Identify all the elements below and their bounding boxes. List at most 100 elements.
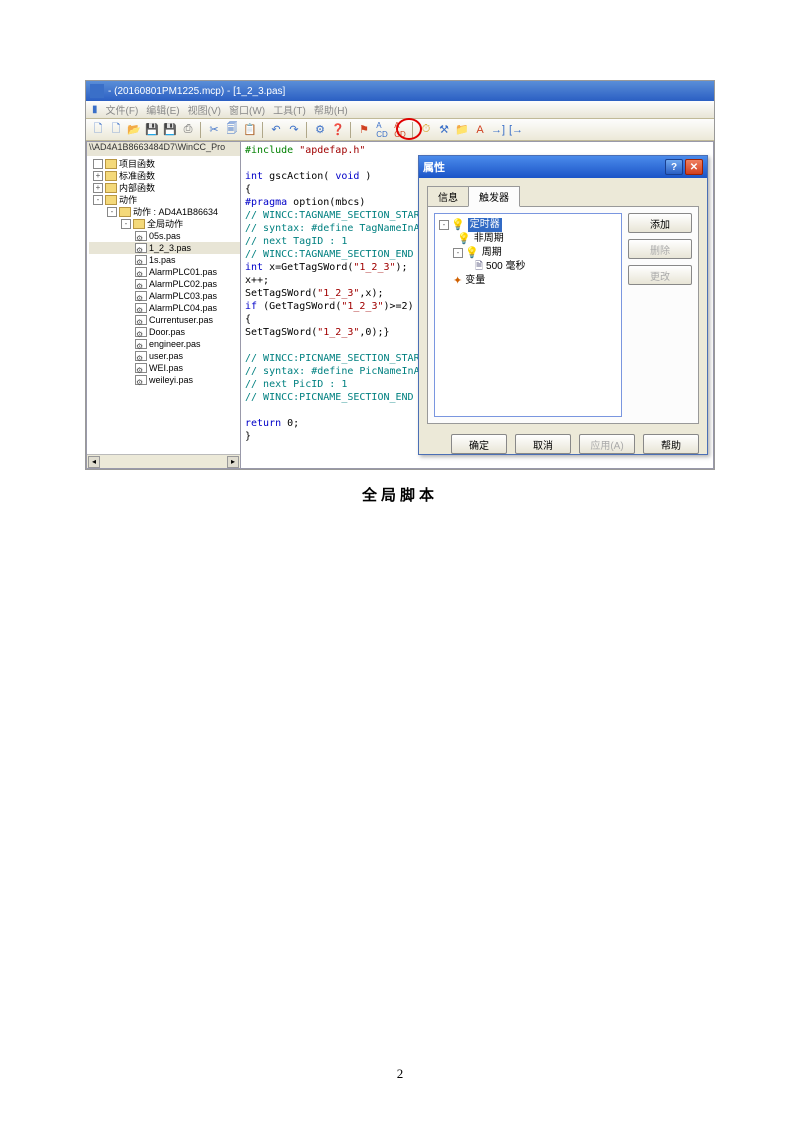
file-icon: [135, 291, 147, 301]
help-button[interactable]: 帮助: [643, 434, 699, 454]
tree-cyclic[interactable]: -💡周期: [439, 246, 617, 260]
modify-button[interactable]: 更改: [628, 265, 692, 285]
tree-item-label: engineer.pas: [149, 338, 201, 350]
tree-item-label: user.pas: [149, 350, 183, 362]
scroll-left-icon[interactable]: ◂: [88, 456, 100, 468]
tb-help-icon[interactable]: ❓: [330, 122, 346, 138]
tree-item[interactable]: AlarmPLC02.pas: [89, 278, 240, 290]
expand-icon[interactable]: +: [93, 183, 103, 193]
tree-item-label: 1_2_3.pas: [149, 242, 191, 254]
tb-compile-icon[interactable]: ⚙: [312, 122, 328, 138]
tree-item[interactable]: engineer.pas: [89, 338, 240, 350]
tb-trigger-icon[interactable]: ⏱: [418, 122, 434, 138]
file-icon: [135, 279, 147, 289]
tree-item-label: 动作 : AD4A1B86634: [133, 206, 218, 218]
tree-item-label: 内部函数: [119, 182, 155, 194]
folder-icon: [133, 219, 145, 229]
menu-edit[interactable]: 编辑(E): [146, 102, 179, 117]
folder-icon: [119, 207, 131, 217]
tab-info[interactable]: 信息: [427, 186, 469, 206]
file-icon: [135, 231, 147, 241]
tb-new-icon[interactable]: 🗋: [90, 122, 106, 138]
tree-item[interactable]: + 内部函数: [89, 182, 240, 194]
tree-timer[interactable]: -💡定时器: [439, 218, 617, 232]
menu-help[interactable]: 帮助(H): [314, 102, 348, 117]
expand-icon[interactable]: +: [93, 171, 103, 181]
scroll-right-icon[interactable]: ▸: [227, 456, 239, 468]
expand-icon[interactable]: [93, 159, 103, 169]
expand-icon[interactable]: -: [107, 207, 117, 217]
trigger-tree[interactable]: -💡定时器 💡非周期 -💡周期 🗎500 毫秒 ✦变量: [434, 213, 622, 417]
tree-item[interactable]: WEI.pas: [89, 362, 240, 374]
tree-item-label: AlarmPLC02.pas: [149, 278, 217, 290]
delete-button[interactable]: 删除: [628, 239, 692, 259]
tree-item[interactable]: 1s.pas: [89, 254, 240, 266]
tree-acyclic[interactable]: 💡非周期: [439, 232, 617, 246]
tb-save-icon[interactable]: 💾: [144, 122, 160, 138]
file-icon: [135, 363, 147, 373]
tb-paste-icon[interactable]: 📋: [242, 122, 258, 138]
tree-item[interactable]: weileyi.pas: [89, 374, 240, 386]
file-icon: [135, 303, 147, 313]
tb-cut-icon[interactable]: ✂: [206, 122, 222, 138]
dialog-title: 属性: [423, 159, 445, 175]
file-icon: [135, 351, 147, 361]
tb-redo-icon[interactable]: ↷: [286, 122, 302, 138]
folder-icon: [105, 195, 117, 205]
tb-new2-icon[interactable]: 🗋: [108, 122, 124, 138]
ok-button[interactable]: 确定: [451, 434, 507, 454]
cancel-button[interactable]: 取消: [515, 434, 571, 454]
folder-icon: [105, 159, 117, 169]
tree-scrollbar[interactable]: ◂ ▸: [87, 454, 240, 468]
tree-item[interactable]: Currentuser.pas: [89, 314, 240, 326]
tree-item-label: 05s.pas: [149, 230, 181, 242]
file-icon: [135, 255, 147, 265]
tb-undo-icon[interactable]: ↶: [268, 122, 284, 138]
tree-item[interactable]: AlarmPLC04.pas: [89, 302, 240, 314]
tree-item[interactable]: +标准函数: [89, 170, 240, 182]
tree-item[interactable]: -动作: [89, 194, 240, 206]
tree-item-label: WEI.pas: [149, 362, 183, 374]
close-icon[interactable]: ✕: [685, 159, 703, 175]
tree-item[interactable]: 1_2_3.pas: [89, 242, 240, 254]
tree-item[interactable]: -全局动作: [89, 218, 240, 230]
tree-item[interactable]: - 动作 : AD4A1B86634: [89, 206, 240, 218]
tree-item[interactable]: 项目函数: [89, 158, 240, 170]
tb-folder-icon[interactable]: 📁: [454, 122, 470, 138]
apply-button[interactable]: 应用(A): [579, 434, 635, 454]
tree-item[interactable]: AlarmPLC01.pas: [89, 266, 240, 278]
tb-a-icon[interactable]: A: [472, 122, 488, 138]
tb-abc-icon[interactable]: ACD: [374, 122, 390, 138]
tb-saveall-icon[interactable]: 💾: [162, 122, 178, 138]
expand-icon[interactable]: -: [93, 195, 103, 205]
menu-view[interactable]: 视图(V): [188, 102, 221, 117]
help-icon[interactable]: ?: [665, 159, 683, 175]
tree-variable[interactable]: ✦变量: [439, 274, 617, 288]
tb-copy-icon[interactable]: 🗐: [224, 122, 240, 138]
add-button[interactable]: 添加: [628, 213, 692, 233]
menu-tools[interactable]: 工具(T): [273, 102, 306, 117]
tb-print-icon[interactable]: ⎙: [180, 122, 196, 138]
tb-sep: [306, 122, 308, 138]
tree-item-label: 1s.pas: [149, 254, 176, 266]
menu-window[interactable]: 窗口(W): [229, 102, 265, 117]
menu-file[interactable]: 文件(F): [106, 102, 139, 117]
tb-abc2-icon[interactable]: ACD: [392, 122, 408, 138]
app-icon: [90, 84, 104, 98]
tree-item-label: 项目函数: [119, 158, 155, 170]
tb-login-icon[interactable]: →]: [490, 122, 506, 138]
tree-value[interactable]: 🗎500 毫秒: [439, 260, 617, 274]
tree-header: \\AD4A1B8663484D7\WinCC_Pro: [87, 142, 240, 156]
tb-logout-icon[interactable]: [→: [508, 122, 524, 138]
tree-item[interactable]: user.pas: [89, 350, 240, 362]
tb-compile2-icon[interactable]: ⚒: [436, 122, 452, 138]
expand-icon[interactable]: -: [121, 219, 131, 229]
tb-flag-icon[interactable]: ⚑: [356, 122, 372, 138]
tree-item[interactable]: 05s.pas: [89, 230, 240, 242]
tb-open-icon[interactable]: 📂: [126, 122, 142, 138]
tree-body: 项目函数+标准函数+内部函数-动作-动作 : AD4A1B86634-全局动作0…: [87, 156, 240, 454]
tree-item[interactable]: AlarmPLC03.pas: [89, 290, 240, 302]
tab-trigger[interactable]: 触发器: [468, 186, 520, 207]
tree-item[interactable]: Door.pas: [89, 326, 240, 338]
file-icon: [135, 339, 147, 349]
